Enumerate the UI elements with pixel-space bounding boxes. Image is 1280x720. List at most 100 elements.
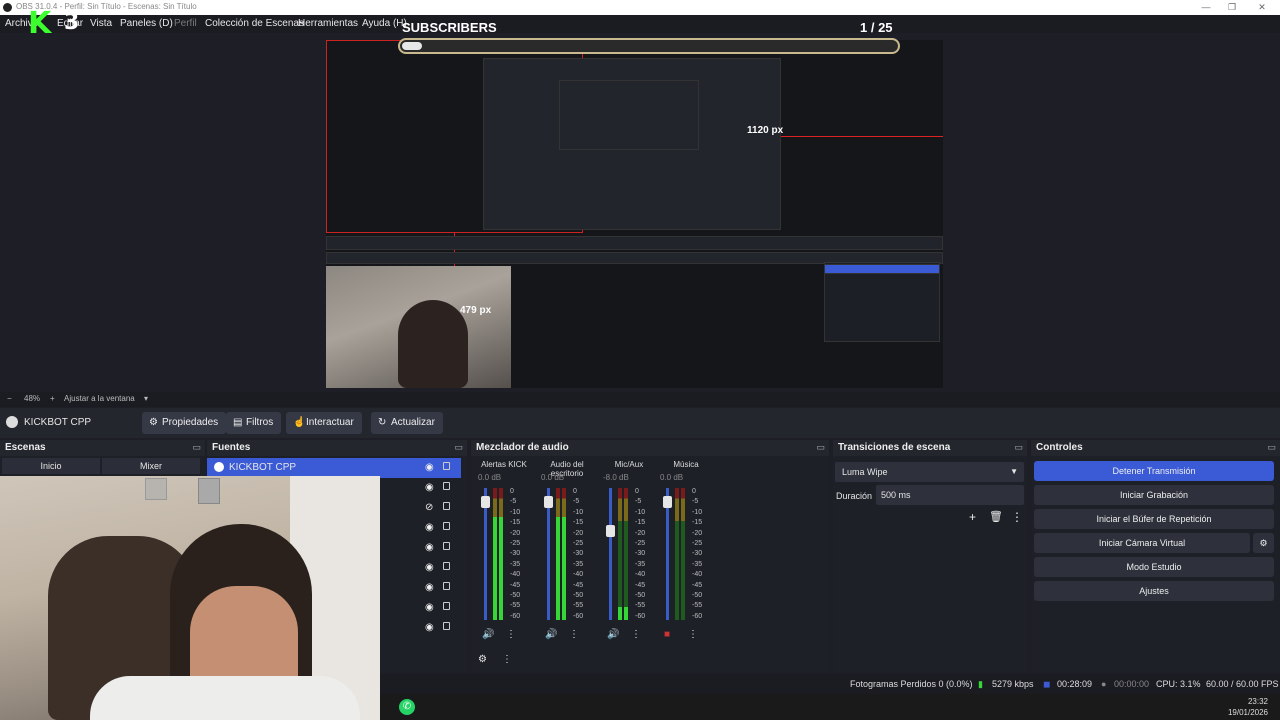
dock-menu-icon[interactable]: ▭	[1267, 442, 1276, 453]
mixer-settings-icon[interactable]: ⚙	[478, 654, 487, 665]
level-meter	[675, 488, 679, 620]
eye-icon[interactable]: ◉	[425, 542, 434, 553]
eye-icon[interactable]: ◉	[425, 582, 434, 593]
controls-dock: Controles ▭ Detener Transmisión Iniciar G…	[1031, 440, 1280, 672]
eye-hidden-icon[interactable]: ⊘	[425, 502, 433, 513]
dock-menu-icon[interactable]: ▭	[1014, 442, 1023, 453]
volume-knob[interactable]	[481, 495, 490, 508]
mixer-channel: Audio del escritorio 0.0 dB 0 -5 -10 -15 -20 -2…	[537, 458, 597, 663]
channel-menu-icon[interactable]: ⋮	[569, 629, 579, 640]
studio-mode-button[interactable]: Modo Estudio	[1034, 557, 1274, 577]
channel-menu-icon[interactable]: ⋮	[506, 629, 516, 640]
scale-tick: -55	[635, 602, 646, 610]
start-recording-button[interactable]: Iniciar Grabación	[1034, 485, 1274, 505]
scale-tick: -35	[692, 560, 703, 568]
volume-knob[interactable]	[606, 524, 615, 537]
settings-button[interactable]: Ajustes	[1034, 581, 1274, 601]
menu-coleccion-escenas[interactable]: Colección de Escenas	[205, 18, 304, 29]
whatsapp-icon[interactable]: ✆	[399, 699, 415, 715]
volume-knob[interactable]	[663, 495, 672, 508]
menu-ayuda[interactable]: Ayuda (H)	[362, 18, 407, 29]
channel-db: -8.0 dB	[603, 473, 629, 482]
zoom-value: 48%	[24, 394, 41, 403]
eye-icon[interactable]: ◉	[425, 622, 434, 633]
stop-streaming-button[interactable]: Detener Transmisión	[1034, 461, 1274, 481]
channel-menu-icon[interactable]: ⋮	[631, 629, 641, 640]
height-label: 479 px	[460, 305, 492, 316]
trash-icon[interactable]: 🗑	[989, 510, 1003, 523]
minimize-button[interactable]: —	[1196, 1, 1216, 13]
lock-icon[interactable]	[443, 562, 450, 570]
dock-menu-icon[interactable]: ▭	[454, 442, 463, 453]
speaker-icon[interactable]: 🔊	[545, 629, 557, 640]
lock-icon[interactable]	[443, 482, 450, 490]
lock-icon[interactable]	[443, 542, 450, 550]
record-time: 00:00:00	[1114, 679, 1150, 689]
scale-tick: 0	[510, 488, 514, 495]
eye-icon[interactable]: ◉	[425, 522, 434, 533]
speaker-icon[interactable]: 🔊	[482, 629, 494, 640]
channel-menu-icon[interactable]: ⋮	[688, 629, 698, 640]
lock-icon[interactable]	[443, 622, 450, 630]
browser-source-icon	[6, 416, 18, 428]
maximize-button[interactable]: ❐	[1222, 1, 1242, 13]
eye-icon[interactable]: ◉	[425, 462, 434, 473]
scale-tick: -30	[635, 550, 646, 558]
lock-icon[interactable]	[443, 602, 450, 610]
scale-tick: -15	[635, 519, 646, 527]
logo-number: 3	[64, 10, 80, 35]
eye-icon[interactable]: ◉	[425, 562, 434, 573]
refresh-button[interactable]: ↻ Actualizar	[371, 412, 443, 434]
virtual-camera-button[interactable]: Iniciar Cámara Virtual	[1034, 533, 1250, 553]
menu-paneles[interactable]: Paneles (D)	[120, 18, 173, 29]
replay-buffer-button[interactable]: Iniciar el Búfer de Repetición	[1034, 509, 1274, 529]
gear-icon[interactable]: ⚙	[1253, 533, 1274, 553]
eye-icon[interactable]: ◉	[425, 602, 434, 613]
scale-tick: -50	[510, 592, 521, 600]
refresh-label: Actualizar	[391, 417, 435, 428]
zoom-out-button[interactable]: −	[7, 394, 12, 403]
menu-vista[interactable]: Vista	[90, 18, 112, 29]
zoom-fit-select[interactable]: Ajustar a la ventana	[64, 394, 135, 403]
menu-herramientas[interactable]: Herramientas	[298, 18, 358, 29]
level-meter	[562, 488, 566, 620]
scale-tick: -60	[510, 612, 521, 620]
scale-tick: -40	[635, 571, 646, 579]
chevron-down-icon[interactable]: ▾	[144, 394, 148, 403]
eye-icon[interactable]: ◉	[425, 482, 434, 493]
filters-button[interactable]: ▤ Filtros	[226, 412, 282, 434]
duration-input[interactable]: 500 ms	[876, 485, 1024, 505]
scale-tick: -45	[635, 581, 646, 589]
scale-tick: -20	[510, 529, 521, 537]
bitrate: 5279 kbps	[992, 679, 1034, 689]
lock-icon[interactable]	[443, 502, 450, 510]
speaker-icon[interactable]: 🔊	[607, 629, 619, 640]
scale-tick: -35	[510, 560, 521, 568]
scene-mixer[interactable]: Mixer	[102, 458, 200, 474]
lock-icon[interactable]	[443, 522, 450, 530]
volume-knob[interactable]	[544, 495, 553, 508]
zoom-in-button[interactable]: +	[50, 394, 55, 403]
more-icon[interactable]: ⋮	[1011, 510, 1023, 524]
muted-speaker-icon[interactable]: ■	[664, 629, 670, 640]
dock-menu-icon[interactable]: ▭	[192, 442, 201, 453]
source-toolbar: KICKBOT CPP ⚙ Propiedades ▤ Filtros ☝ Inter…	[0, 408, 1280, 438]
level-meter	[681, 488, 685, 620]
add-icon[interactable]: +	[969, 510, 976, 524]
meter-scale: 0 -5 -10 -15 -20 -25 -30 -35 -40 -45 -50 -55 -60	[692, 487, 702, 622]
lock-icon[interactable]	[443, 582, 450, 590]
preview-canvas[interactable]: 1120 px 479 px	[326, 40, 943, 388]
source-row[interactable]: KICKBOT CPP ◉	[207, 458, 461, 478]
lock-icon[interactable]	[443, 462, 450, 470]
scene-inicio[interactable]: Inicio	[2, 458, 100, 474]
mixer-menu-icon[interactable]: ⋮	[502, 654, 512, 665]
level-meter-fill	[618, 606, 622, 620]
scale-tick: -25	[573, 540, 584, 548]
dock-menu-icon[interactable]: ▭	[816, 442, 825, 453]
transition-select[interactable]: Luma Wipe ▼	[835, 462, 1024, 482]
interact-button[interactable]: ☝ Interactuar	[286, 412, 362, 434]
volume-slider[interactable]	[609, 488, 612, 620]
menu-perfil[interactable]: Perfil	[174, 18, 197, 29]
properties-button[interactable]: ⚙ Propiedades	[142, 412, 227, 434]
close-button[interactable]: ✕	[1252, 1, 1272, 13]
